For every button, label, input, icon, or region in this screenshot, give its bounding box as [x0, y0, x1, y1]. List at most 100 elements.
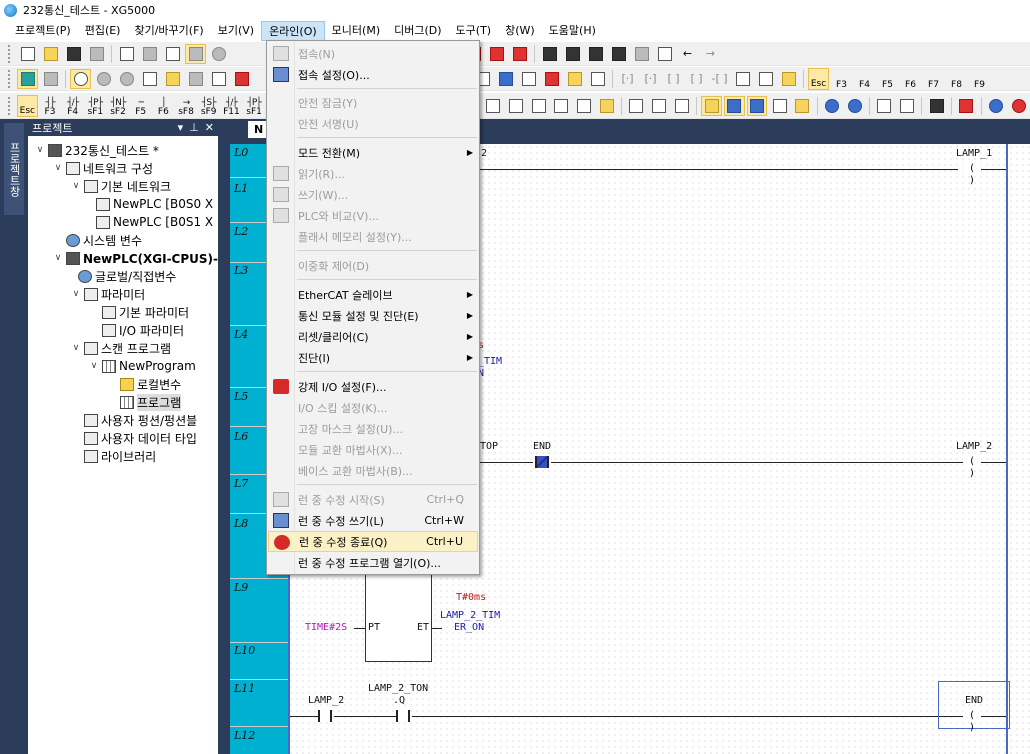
lamp1-coil-label[interactable]: LAMP_1	[956, 148, 992, 159]
ton-q-contact[interactable]	[396, 710, 410, 722]
menu-view[interactable]: 보기(V)	[211, 21, 261, 41]
pause-mode-button[interactable]	[116, 69, 137, 89]
fkey-esc[interactable]: Esc	[16, 94, 38, 117]
print-preview-button[interactable]	[139, 44, 160, 64]
l6-contact-label[interactable]: TOP	[480, 441, 498, 452]
menu-item-online-edit-open[interactable]: 런 중 수정 프로그램 열기(O)...	[268, 552, 478, 573]
tree-item-local-variables[interactable]: 로컬변수	[118, 375, 181, 393]
watch-button[interactable]	[986, 96, 1007, 116]
cross-ref-button[interactable]	[874, 96, 895, 116]
menu-item-redundancy[interactable]: 이중화 제어(D)	[268, 255, 478, 276]
collapse-icon[interactable]: ∨	[88, 361, 100, 371]
rung-number[interactable]: L9	[234, 581, 248, 594]
menu-edit[interactable]: 편집(E)	[78, 21, 128, 41]
menu-online[interactable]: 온라인(O)	[261, 21, 325, 41]
menu-item-online-edit-end[interactable]: 런 중 수정 종료(Q) Ctrl+U	[268, 531, 478, 552]
lamp2-contact[interactable]	[318, 710, 332, 722]
tree-item-network-config[interactable]: ∨ 네트워크 구성	[52, 159, 153, 177]
fkey-f8-right[interactable]: F8	[946, 68, 967, 90]
l11-contact2-q[interactable]: .Q	[393, 695, 405, 706]
open-button[interactable]	[40, 44, 61, 64]
message-button[interactable]	[956, 96, 977, 116]
fkey-f4-right[interactable]: F4	[854, 68, 875, 90]
menu-project[interactable]: 프로젝트(P)	[8, 21, 78, 41]
panel-3-button[interactable]	[671, 96, 692, 116]
find-button[interactable]	[539, 44, 560, 64]
end-coil-label[interactable]: END	[965, 695, 983, 706]
fkey-f6[interactable]: │ F6	[153, 95, 174, 117]
tree-item-project[interactable]: ∨ 232통신_테스트 *	[34, 141, 159, 159]
menu-item-comm-module[interactable]: 통신 모듈 설정 및 진단(E) ▶	[268, 305, 478, 326]
goto-line-button[interactable]	[654, 44, 675, 64]
print-button[interactable]	[86, 44, 107, 64]
lamp2-coil-label[interactable]: LAMP_2	[956, 441, 992, 452]
stop-mode-button[interactable]	[93, 69, 114, 89]
fkey-sf8[interactable]: → sF8	[176, 95, 197, 117]
rung-number[interactable]: L6	[234, 430, 248, 443]
rung-number[interactable]: L10	[234, 644, 255, 657]
fkey-f11[interactable]: ┤/├ F11	[221, 95, 242, 117]
menu-item-connect[interactable]: 접속(N)	[268, 43, 478, 64]
fkey-f9-right[interactable]: F9	[969, 68, 990, 90]
fkey-sf2[interactable]: ┤N├ sF2	[108, 95, 129, 117]
view-4-button[interactable]	[551, 96, 572, 116]
fkey-f3[interactable]: ┤├ F3	[40, 95, 61, 117]
edit-button[interactable]	[564, 69, 585, 89]
l11-contact1-label[interactable]: LAMP_2	[308, 695, 344, 706]
fkey-f5-right[interactable]: F5	[877, 68, 898, 90]
var-view-button[interactable]	[701, 95, 722, 116]
find-replace-button[interactable]	[608, 44, 629, 64]
forward-button[interactable]: →	[700, 44, 721, 64]
comment-view-button[interactable]	[769, 96, 790, 116]
remove-button[interactable]	[509, 44, 530, 64]
cancel-button[interactable]	[231, 69, 252, 89]
note-button[interactable]	[755, 69, 776, 89]
rung-number[interactable]: L7	[234, 477, 248, 490]
view-3-button[interactable]	[528, 96, 549, 116]
collapse-icon[interactable]: ∨	[52, 163, 64, 173]
panel-2-button[interactable]	[649, 96, 670, 116]
fkey-f6-right[interactable]: F6	[900, 68, 921, 90]
panel-1-button[interactable]	[626, 96, 647, 116]
menu-item-fault-mask[interactable]: 고장 마스크 설정(U)...	[268, 418, 478, 439]
menu-monitor[interactable]: 모니터(M)	[325, 21, 387, 41]
lamp2-coil[interactable]: ( )	[963, 456, 981, 479]
end-contact-label[interactable]: END	[533, 441, 551, 452]
bracket-4-button[interactable]: [ ]	[686, 69, 707, 89]
back-button[interactable]: ←	[677, 44, 698, 64]
tree-item-program[interactable]: 프로그램	[118, 393, 182, 411]
menu-item-safety-lock[interactable]: 안전 잠금(Y)	[268, 92, 478, 113]
fkey-f4[interactable]: ┤/├ F4	[62, 95, 83, 117]
pin-icon[interactable]: ⊥	[189, 121, 199, 134]
stop-watch-button[interactable]	[1009, 96, 1030, 116]
rung-number[interactable]: L5	[234, 390, 248, 403]
menu-item-online-edit-start[interactable]: 런 중 수정 시작(S) Ctrl+Q	[268, 489, 478, 510]
tree-item-scan-program[interactable]: ∨ 스캔 프로그램	[70, 339, 171, 357]
bracket-5-button[interactable]: -[ ]	[709, 69, 730, 89]
toolbar-grip[interactable]	[8, 96, 12, 115]
desc-view-button[interactable]	[746, 95, 768, 116]
rung-number[interactable]: L4	[234, 328, 248, 341]
tree-item-basic-network[interactable]: ∨ 기본 네트워크	[70, 177, 171, 195]
rung-number[interactable]: L2	[234, 225, 248, 238]
menu-item-diagnosis[interactable]: 진단(I) ▶	[268, 347, 478, 368]
menu-item-online-edit-write[interactable]: 런 중 수정 쓰기(L) Ctrl+W	[268, 510, 478, 531]
menu-tools[interactable]: 도구(T)	[449, 21, 499, 41]
tree-item-newplc-b0s1[interactable]: NewPLC [B0S1 X	[94, 213, 213, 231]
l4-timer-output[interactable]: _TIM	[478, 356, 502, 367]
project-window-tab[interactable]: 프로젝트창	[4, 123, 24, 215]
bracket-1-button[interactable]: [·]	[617, 69, 638, 89]
menu-item-reset-clear[interactable]: 리셋/클리어(C) ▶	[268, 326, 478, 347]
menu-item-mode-switch[interactable]: 모드 전환(M) ▶	[268, 142, 478, 163]
menu-item-force-io[interactable]: 강제 I/O 설정(F)...	[268, 376, 478, 397]
rung-number[interactable]: L12	[234, 729, 255, 742]
toggle-view-button[interactable]	[185, 43, 206, 64]
rung-number[interactable]: L3	[234, 264, 248, 277]
comment-button[interactable]	[778, 69, 799, 89]
paste-button[interactable]	[116, 44, 137, 64]
io-button[interactable]	[587, 69, 608, 89]
write-button[interactable]	[162, 69, 183, 89]
rung-number[interactable]: L1	[234, 182, 248, 195]
used-device-button[interactable]	[897, 96, 918, 116]
reset-button[interactable]	[208, 69, 229, 89]
